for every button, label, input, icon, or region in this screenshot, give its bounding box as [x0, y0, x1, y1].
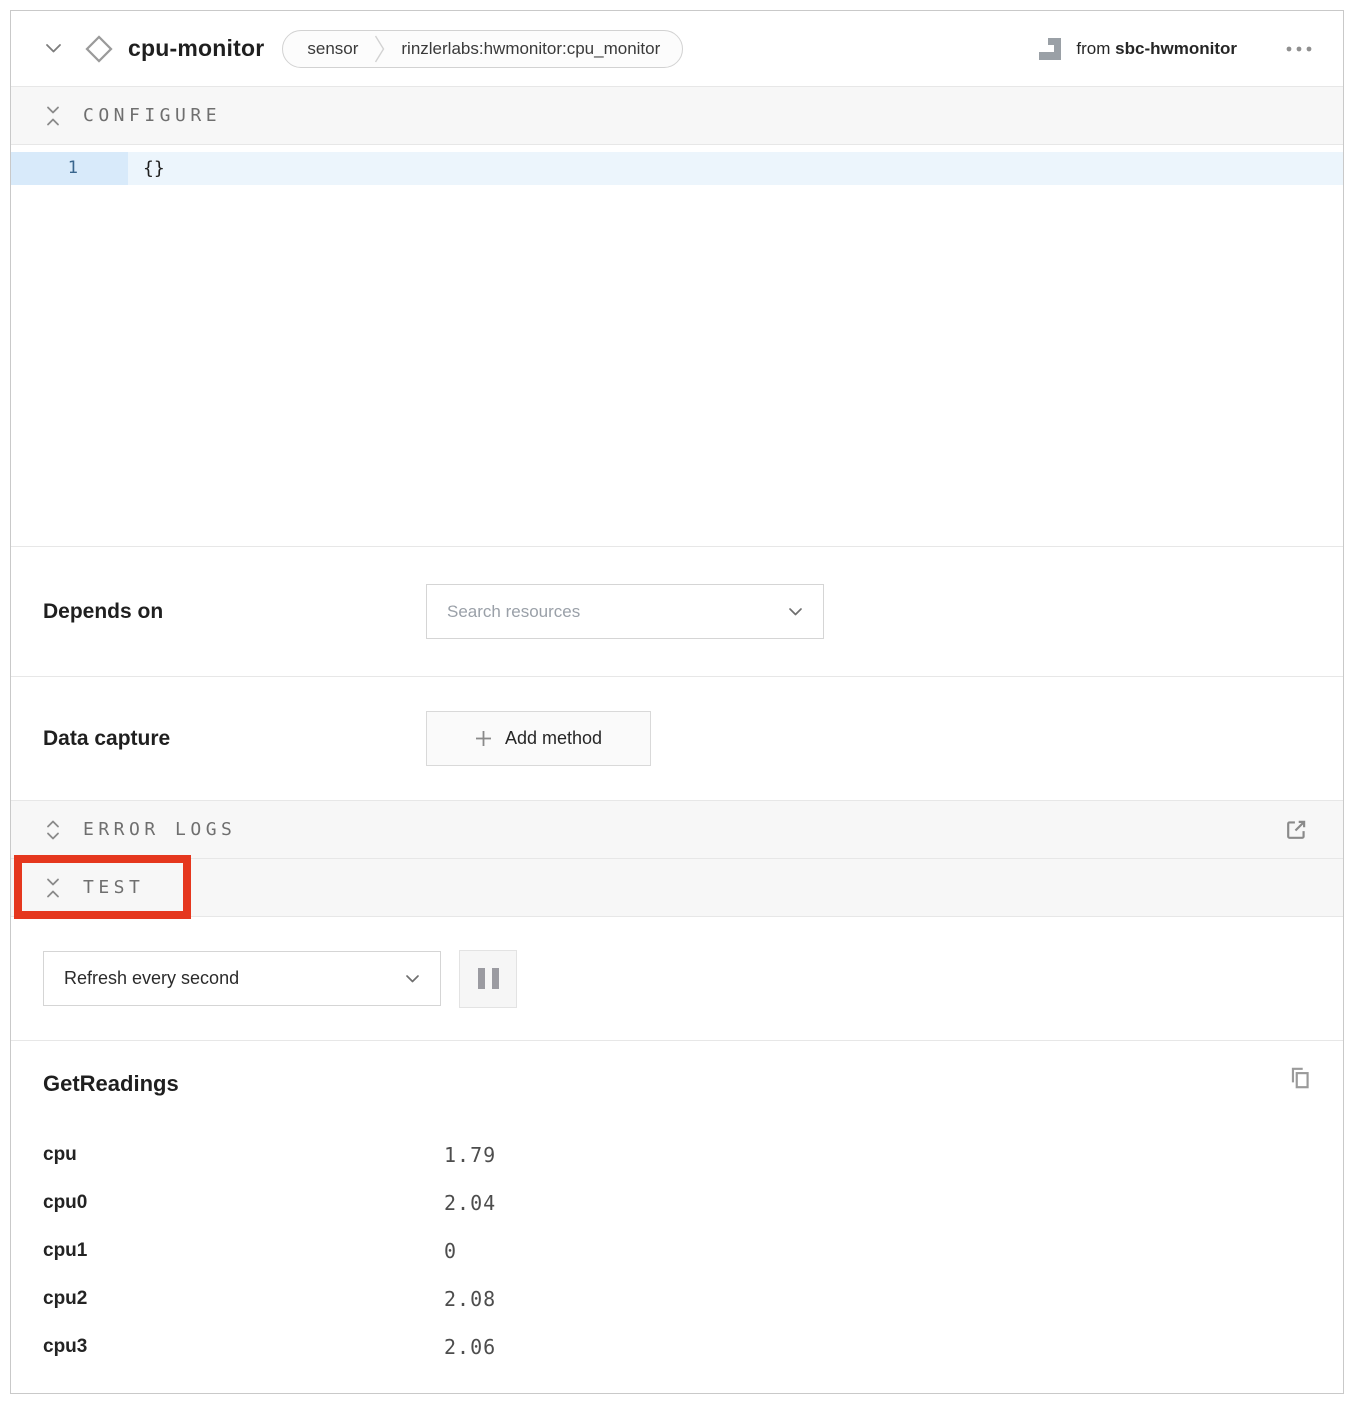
get-readings-title: GetReadings — [43, 1069, 1305, 1099]
reading-key: cpu2 — [43, 1288, 444, 1310]
reading-value: 2.08 — [444, 1287, 496, 1311]
collapse-icon[interactable] — [45, 104, 61, 128]
reading-key: cpu0 — [43, 1192, 444, 1214]
component-type-pill: sensor rinzlerlabs:hwmonitor:cpu_monitor — [282, 30, 683, 68]
more-menu-icon — [1285, 46, 1313, 52]
select-chevron-icon — [405, 974, 420, 984]
collapse-icon[interactable] — [45, 876, 61, 900]
test-controls: Refresh every second — [11, 917, 1343, 1041]
component-type: sensor — [307, 39, 358, 59]
component-name: cpu-monitor — [128, 35, 264, 62]
breadcrumb-separator-icon — [374, 31, 385, 67]
refresh-rate-value: Refresh every second — [64, 968, 239, 989]
editor-active-line[interactable]: 1 {} — [11, 152, 1343, 185]
reading-key: cpu — [43, 1144, 444, 1166]
reading-value: 0 — [444, 1239, 457, 1263]
module-name: sbc-hwmonitor — [1115, 39, 1237, 58]
module-source-label: from sbc-hwmonitor — [1076, 39, 1237, 59]
depends-on-select[interactable]: Search resources — [426, 584, 824, 639]
plus-icon — [475, 730, 492, 747]
editor-line-number: 1 — [11, 152, 128, 185]
component-model: rinzlerlabs:hwmonitor:cpu_monitor — [401, 39, 660, 59]
add-method-label: Add method — [505, 728, 602, 749]
table-row: cpu2 2.08 — [43, 1275, 1305, 1323]
reading-key: cpu3 — [43, 1336, 444, 1358]
configure-json-editor[interactable]: 1 {} — [11, 145, 1343, 547]
more-menu-button[interactable] — [1281, 42, 1317, 56]
table-row: cpu1 0 — [43, 1227, 1305, 1275]
depends-on-label: Depends on — [43, 600, 426, 624]
data-capture-row: Data capture Add method — [11, 677, 1343, 801]
add-method-button[interactable]: Add method — [426, 711, 651, 766]
component-card: cpu-monitor sensor rinzlerlabs:hwmonitor… — [10, 10, 1344, 1394]
reading-value: 2.04 — [444, 1191, 496, 1215]
copy-readings-button[interactable] — [1285, 1063, 1315, 1093]
get-readings-card: GetReadings cpu 1.79 cpu0 2.04 cpu1 0 cp… — [11, 1041, 1343, 1393]
collapse-chevron-down-icon[interactable] — [45, 43, 62, 54]
copy-icon — [1287, 1065, 1313, 1091]
pause-icon — [478, 968, 485, 989]
table-row: cpu 1.79 — [43, 1131, 1305, 1179]
configure-section-label: CONFIGURE — [83, 105, 221, 126]
table-row: cpu0 2.04 — [43, 1179, 1305, 1227]
select-chevron-icon — [788, 607, 803, 617]
configure-section-header[interactable]: CONFIGURE — [11, 87, 1343, 145]
test-section-header[interactable]: TEST — [11, 859, 1343, 917]
reading-value: 2.06 — [444, 1335, 496, 1359]
reading-value: 1.79 — [444, 1143, 496, 1167]
refresh-rate-select[interactable]: Refresh every second — [43, 951, 441, 1006]
pause-icon — [492, 968, 499, 989]
error-logs-section-label: ERROR LOGS — [83, 819, 236, 840]
error-logs-section-header[interactable]: ERROR LOGS — [11, 801, 1343, 859]
editor-code-text[interactable]: {} — [128, 152, 1343, 185]
test-section-label: TEST — [83, 877, 144, 898]
depends-on-placeholder: Search resources — [447, 602, 580, 622]
pause-refresh-button[interactable] — [459, 950, 517, 1008]
table-row: cpu3 2.06 — [43, 1323, 1305, 1371]
open-logs-external-link-icon[interactable] — [1283, 817, 1309, 843]
component-header: cpu-monitor sensor rinzlerlabs:hwmonitor… — [11, 11, 1343, 87]
module-icon — [1038, 37, 1062, 61]
readings-table: cpu 1.79 cpu0 2.04 cpu1 0 cpu2 2.08 cpu3… — [43, 1131, 1305, 1371]
depends-on-row: Depends on Search resources — [11, 547, 1343, 677]
data-capture-label: Data capture — [43, 727, 426, 751]
expand-icon[interactable] — [45, 818, 61, 842]
component-diamond-icon — [84, 34, 114, 64]
reading-key: cpu1 — [43, 1240, 444, 1262]
